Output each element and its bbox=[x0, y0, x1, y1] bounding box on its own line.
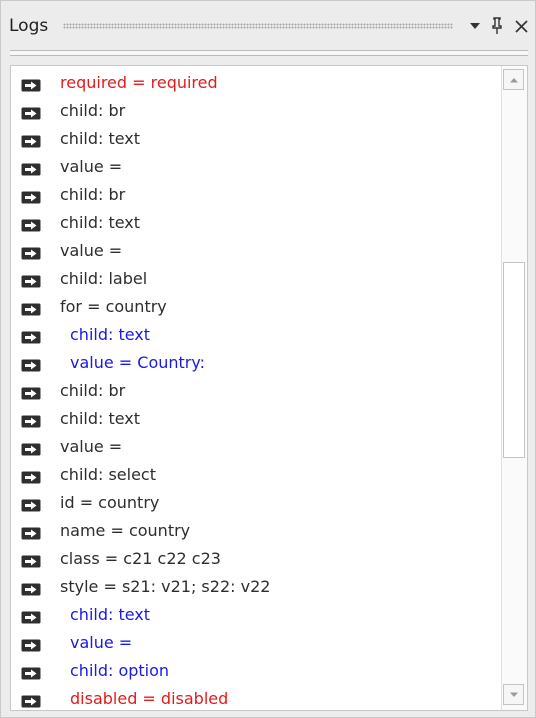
scrollbar-thumb[interactable] bbox=[503, 262, 525, 458]
scroll-down-button[interactable] bbox=[503, 684, 524, 705]
log-entry[interactable]: child: text bbox=[11, 209, 499, 237]
log-entry-text: child: label bbox=[60, 269, 148, 288]
log-entry-text: value = Country: bbox=[70, 353, 206, 372]
log-entry[interactable]: style = s21: v21; s22: v22 bbox=[11, 573, 499, 601]
log-entry-text: value = bbox=[60, 157, 123, 176]
arrow-icon bbox=[21, 609, 41, 624]
vertical-scrollbar[interactable] bbox=[501, 66, 527, 710]
log-entry[interactable]: id = country bbox=[11, 489, 499, 517]
arrow-icon bbox=[21, 497, 41, 512]
arrow-icon bbox=[21, 665, 41, 680]
arrow-icon bbox=[21, 329, 41, 344]
close-icon bbox=[514, 19, 528, 33]
logs-panel: Logs required = required child: br child: … bbox=[0, 0, 536, 718]
log-entry[interactable]: child: text bbox=[11, 601, 499, 629]
arrow-icon bbox=[21, 441, 41, 456]
log-entry-text: child: select bbox=[60, 465, 156, 484]
arrow-icon bbox=[21, 553, 41, 568]
arrow-icon bbox=[21, 357, 41, 372]
log-entry[interactable]: value = bbox=[11, 237, 499, 265]
log-entry-text: required = required bbox=[60, 73, 218, 92]
log-entry-text: id = country bbox=[60, 493, 160, 512]
log-entry-text: value = bbox=[70, 633, 133, 652]
log-list[interactable]: required = required child: br child: text v… bbox=[10, 65, 528, 711]
arrow-icon bbox=[21, 581, 41, 596]
log-entry[interactable]: for = country bbox=[11, 293, 499, 321]
log-entry[interactable]: value = Country: bbox=[11, 349, 499, 377]
log-entry[interactable]: class = c21 c22 c23 bbox=[11, 545, 499, 573]
arrow-icon bbox=[21, 301, 41, 316]
log-entry-text: disabled = disabled bbox=[70, 689, 229, 708]
drag-grip[interactable] bbox=[63, 23, 453, 29]
arrow-icon bbox=[21, 637, 41, 652]
scroll-down-icon bbox=[509, 692, 518, 697]
log-entry[interactable]: child: option bbox=[11, 657, 499, 685]
log-entry-text: child: text bbox=[60, 129, 141, 148]
arrow-icon bbox=[21, 525, 41, 540]
log-entry[interactable]: required = required bbox=[11, 69, 499, 97]
pin-icon bbox=[492, 17, 502, 34]
titlebar-separator bbox=[10, 50, 528, 56]
arrow-icon bbox=[21, 77, 41, 92]
chevron-down-icon bbox=[470, 23, 480, 29]
arrow-icon bbox=[21, 217, 41, 232]
log-entry[interactable]: child: text bbox=[11, 125, 499, 153]
close-button[interactable] bbox=[511, 15, 531, 37]
log-entry-text: child: option bbox=[70, 661, 170, 680]
arrow-icon bbox=[21, 133, 41, 148]
log-entry[interactable]: child: select bbox=[11, 461, 499, 489]
window-position-button[interactable] bbox=[465, 15, 485, 37]
arrow-icon bbox=[21, 189, 41, 204]
arrow-icon bbox=[21, 105, 41, 120]
log-entry-text: child: text bbox=[70, 325, 151, 344]
pin-button[interactable] bbox=[487, 15, 507, 37]
log-entry[interactable]: value = bbox=[11, 433, 499, 461]
log-entry[interactable]: value = bbox=[11, 153, 499, 181]
log-entry-text: child: text bbox=[60, 213, 141, 232]
arrow-icon bbox=[21, 413, 41, 428]
arrow-icon bbox=[21, 385, 41, 400]
arrow-icon bbox=[21, 273, 41, 288]
log-entry-text: for = country bbox=[60, 297, 167, 316]
log-entry-text: child: text bbox=[60, 409, 141, 428]
log-entry[interactable]: child: br bbox=[11, 97, 499, 125]
arrow-icon bbox=[21, 693, 41, 708]
log-entry[interactable]: child: label bbox=[11, 265, 499, 293]
log-entry[interactable]: value = bbox=[11, 629, 499, 657]
log-entry-text: child: br bbox=[60, 381, 126, 400]
log-entry-text: style = s21: v21; s22: v22 bbox=[60, 577, 271, 596]
arrow-icon bbox=[21, 469, 41, 484]
log-entry-text: name = country bbox=[60, 521, 191, 540]
panel-title: Logs bbox=[9, 16, 49, 36]
log-entry[interactable]: child: text bbox=[11, 321, 499, 349]
log-entry-text: value = bbox=[60, 437, 123, 456]
log-entry-text: child: text bbox=[70, 605, 151, 624]
log-entry[interactable]: disabled = disabled bbox=[11, 685, 499, 710]
arrow-icon bbox=[21, 245, 41, 260]
scroll-up-icon bbox=[509, 77, 518, 82]
panel-titlebar[interactable]: Logs bbox=[1, 1, 535, 56]
arrow-icon bbox=[21, 161, 41, 176]
log-entry-text: child: br bbox=[60, 101, 126, 120]
log-entry-text: value = bbox=[60, 241, 123, 260]
log-entry[interactable]: name = country bbox=[11, 517, 499, 545]
log-entry[interactable]: child: br bbox=[11, 377, 499, 405]
log-entry[interactable]: child: br bbox=[11, 181, 499, 209]
log-entry[interactable]: child: text bbox=[11, 405, 499, 433]
scroll-up-button[interactable] bbox=[503, 69, 524, 90]
log-entry-text: child: br bbox=[60, 185, 126, 204]
log-entry-text: class = c21 c22 c23 bbox=[60, 549, 221, 568]
